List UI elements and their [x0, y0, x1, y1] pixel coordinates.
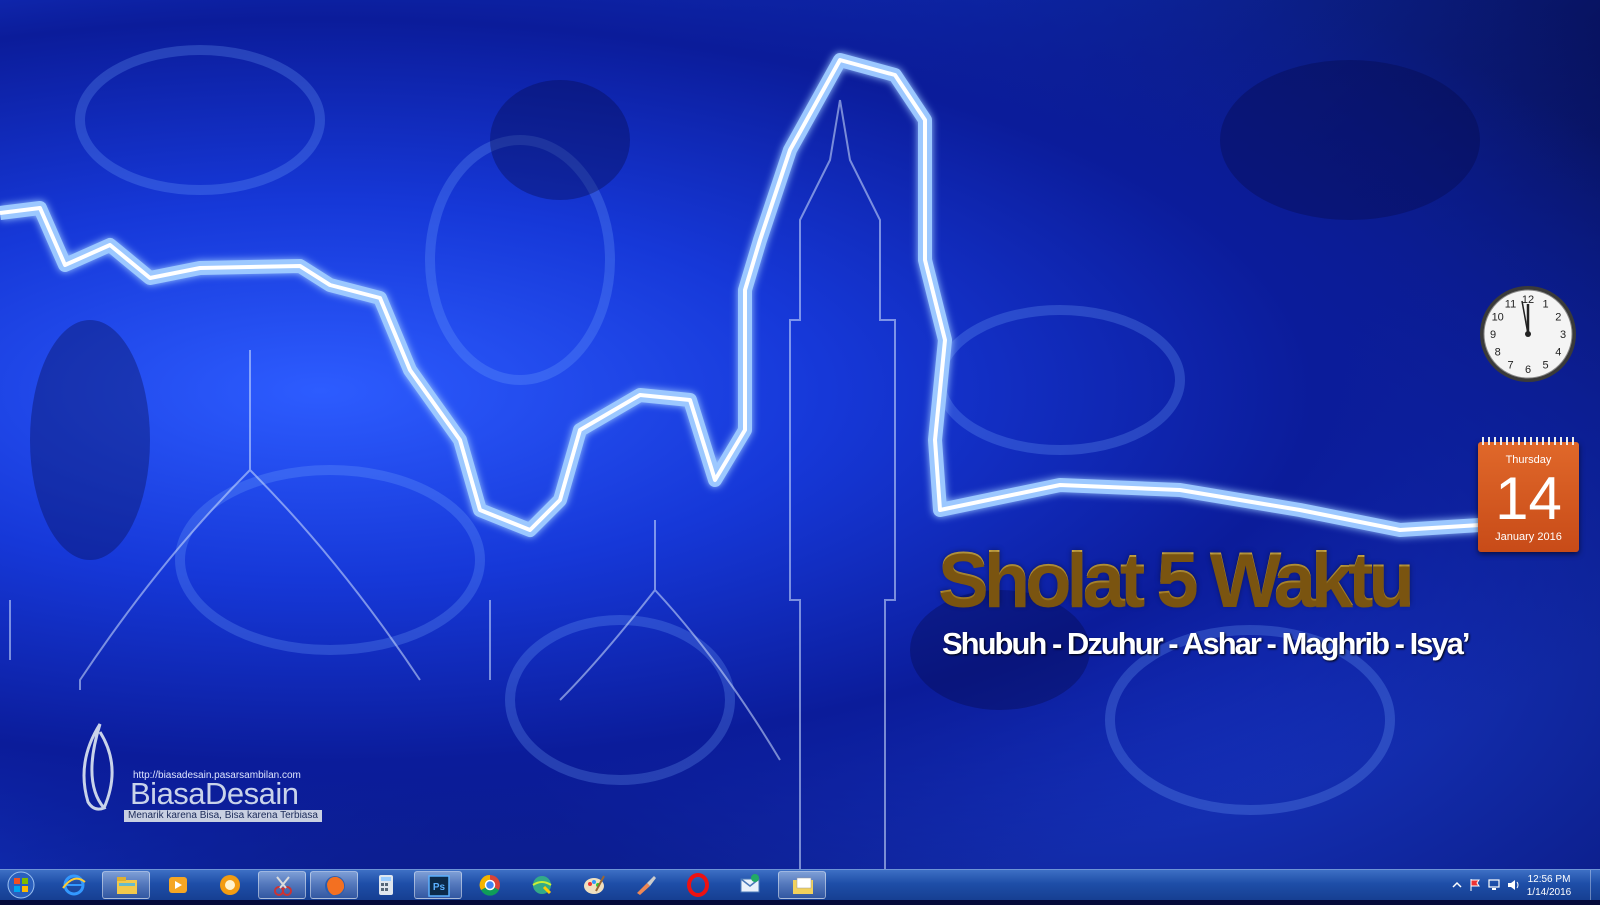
biasadesain-logo-icon	[82, 723, 114, 811]
calendar-rings	[1482, 437, 1575, 445]
mail-icon	[740, 874, 760, 893]
calendar-gadget[interactable]: Thursday 14 January 2016	[1478, 437, 1579, 552]
snipping-tool-icon	[274, 876, 292, 896]
clock-face-icon: 12 1234567891011	[1480, 286, 1576, 382]
clock-numeral: 11	[1505, 299, 1516, 311]
media-center-icon	[220, 875, 240, 895]
taskbar-button-calculator[interactable]	[362, 871, 410, 899]
folder-window-icon	[793, 877, 813, 894]
taskbar-button-chrome[interactable]	[466, 871, 514, 899]
clock-numeral: 8	[1495, 347, 1501, 359]
logo-name: BiasaDesain	[130, 776, 299, 811]
firefox-icon	[325, 876, 345, 896]
taskbar-button-tool[interactable]	[622, 871, 670, 899]
taskbar: Ps 12:56 PM 1/14/2016	[0, 869, 1600, 900]
clock-numeral: 7	[1507, 359, 1513, 371]
paint-icon	[584, 875, 605, 894]
wallpaper-art	[0, 45, 1481, 869]
action-center-flag-icon[interactable]	[1468, 878, 1482, 892]
taskbar-clock[interactable]: 12:56 PM 1/14/2016	[1514, 873, 1584, 899]
calculator-icon	[379, 875, 393, 895]
taskbar-button-media-player[interactable]	[154, 871, 202, 899]
clock-numeral: 2	[1555, 312, 1561, 324]
clock-numeral: 6	[1525, 364, 1531, 376]
taskbar-time: 12:56 PM	[1527, 874, 1571, 885]
internet-explorer-icon	[62, 874, 86, 896]
clock-numeral: 4	[1555, 347, 1561, 359]
clock-numeral: 1	[1542, 299, 1548, 311]
taskbar-button-photoshop[interactable]: Ps	[414, 871, 462, 899]
clock-numeral: 5	[1542, 359, 1548, 371]
network-icon[interactable]	[1487, 878, 1501, 892]
taskbar-button-snipping-tool[interactable]	[258, 871, 306, 899]
taskbar-button-internet-explorer[interactable]	[50, 871, 98, 899]
start-button[interactable]	[4, 870, 40, 900]
taskbar-button-paint[interactable]	[570, 871, 618, 899]
wallpaper-subtitle: Shubuh - Dzuhur - Ashar - Maghrib - Isya…	[942, 626, 1471, 661]
taskbar-date: 1/14/2016	[1526, 887, 1572, 898]
taskbar-button-folder-window[interactable]	[778, 871, 826, 899]
opera-icon	[687, 873, 709, 897]
photoshop-icon: Ps	[428, 875, 450, 897]
chrome-icon	[479, 874, 500, 896]
tool-icon	[637, 876, 656, 895]
show-desktop-button[interactable]	[1590, 870, 1600, 900]
logo-tagline: Menarik karena Bisa, Bisa karena Terbias…	[124, 810, 322, 822]
globe-download-icon	[532, 876, 552, 895]
clock-numeral: 3	[1560, 329, 1566, 341]
taskbar-button-opera[interactable]	[674, 871, 722, 899]
svg-text:Ps: Ps	[433, 882, 446, 893]
clock-numeral: 9	[1490, 329, 1496, 341]
show-hidden-icons-icon[interactable]	[1450, 878, 1464, 892]
windows-orb-icon	[7, 871, 35, 899]
wallpaper-title: Sholat 5 Waktu	[938, 537, 1415, 622]
taskbar-button-media-center[interactable]	[206, 871, 254, 899]
clock-numeral: 10	[1492, 312, 1504, 324]
desktop[interactable]: Sholat 5 Waktu Shubuh - Dzuhur - Ashar -…	[0, 0, 1600, 869]
taskbar-button-mail[interactable]	[726, 871, 774, 899]
taskbar-button-globe-download[interactable]	[518, 871, 566, 899]
clock-gadget[interactable]: 12 1 2 3 4 5 6 7 8 9 10 11	[1478, 284, 1578, 384]
windows-explorer-icon	[117, 877, 137, 894]
taskbar-button-windows-explorer[interactable]	[102, 871, 150, 899]
taskbar-button-firefox[interactable]	[310, 871, 358, 899]
media-player-icon	[169, 877, 187, 893]
calendar-day: 14	[1495, 465, 1562, 532]
calendar-month-year: January 2016	[1495, 531, 1562, 543]
